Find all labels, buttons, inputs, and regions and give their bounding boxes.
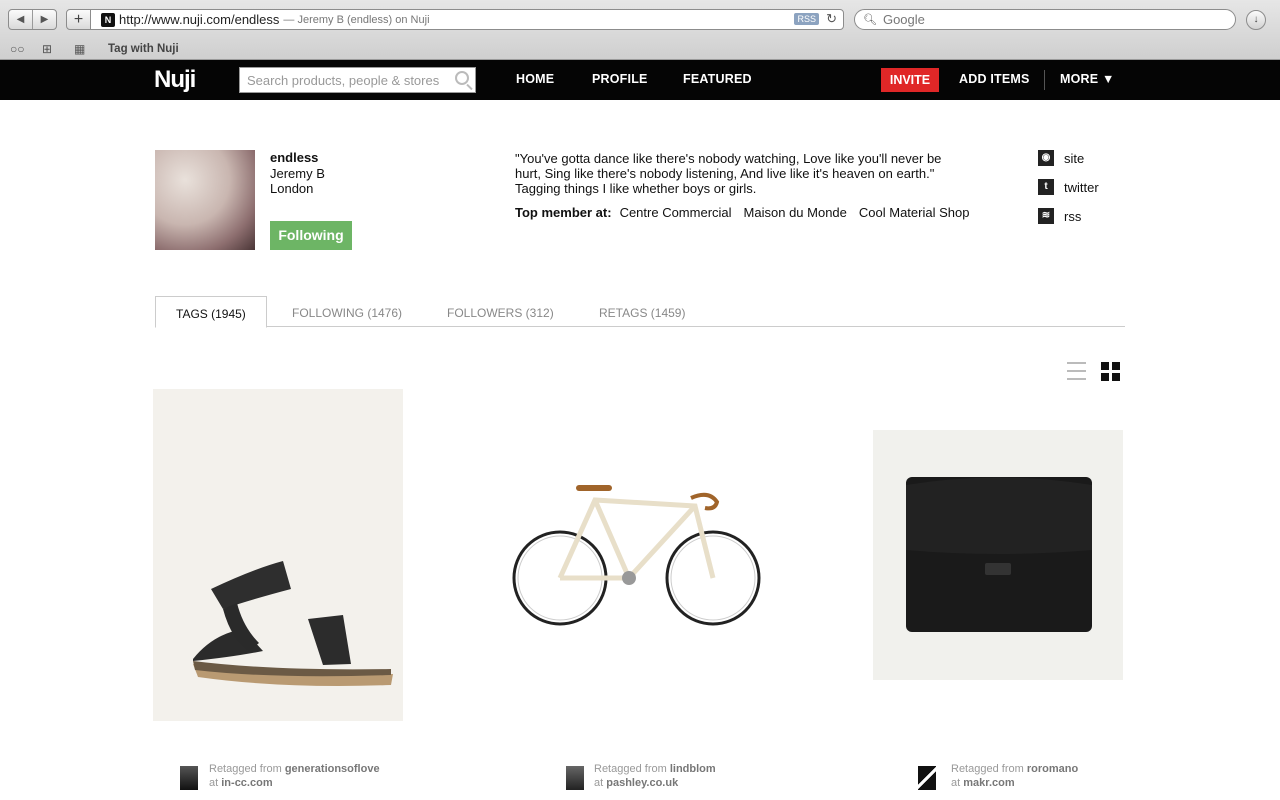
reload-icon[interactable]: ↻	[826, 11, 837, 27]
twitter-link[interactable]: t twitter	[1038, 179, 1099, 195]
twitter-icon: t	[1038, 179, 1054, 195]
list-view-icon[interactable]	[1067, 362, 1086, 381]
twitter-link-label: twitter	[1064, 179, 1099, 195]
globe-icon: ◉	[1038, 150, 1054, 166]
profile-avatar	[155, 150, 255, 250]
store-link[interactable]: pashley.co.uk	[606, 777, 678, 789]
sandal-illustration	[153, 389, 403, 721]
top-member-stores: Top member at: Centre Commercial Maison …	[515, 205, 969, 220]
at-prefix: at	[209, 777, 219, 789]
rss-link-label: rss	[1064, 208, 1082, 224]
retagger-avatar[interactable]	[180, 766, 198, 790]
downloads-icon[interactable]: ↓	[1246, 10, 1266, 30]
browser-search-input[interactable]: 🔍︎ Google	[854, 9, 1236, 30]
forward-icon[interactable]: ▶	[33, 10, 56, 29]
browser-chrome: ◀ ▶ + N http://www.nuji.com/endless — Je…	[0, 0, 1280, 60]
profile-real-name: Jeremy B	[270, 166, 325, 181]
profile-location: London	[270, 181, 314, 196]
site-header: Nuji Search products, people & stores HO…	[0, 60, 1280, 100]
bookmarks-bar: ○○ ⊞ ▦ Tag with Nuji	[0, 38, 1280, 60]
site-search-input[interactable]: Search products, people & stores	[239, 67, 476, 93]
retagger-avatar[interactable]	[566, 766, 584, 790]
url-text: http://www.nuji.com/endless	[119, 12, 280, 27]
tab-following[interactable]: FOLLOWING (1476)	[292, 296, 402, 327]
tab-tags[interactable]: TAGS (1945)	[155, 296, 267, 328]
retag-user-link[interactable]: generationsoflove	[285, 763, 380, 775]
reading-glasses-icon[interactable]: ○○	[10, 42, 32, 56]
product-image-leather-case[interactable]	[873, 430, 1123, 680]
nuji-logo[interactable]: Nuji	[154, 66, 196, 94]
add-items-button[interactable]: ADD ITEMS	[959, 72, 1030, 86]
retag-prefix: Retagged from	[951, 763, 1024, 775]
add-bookmark-button[interactable]: +	[66, 9, 91, 30]
retag-info: Retagged from lindblom at pashley.co.uk	[594, 762, 716, 790]
following-button[interactable]: Following	[270, 221, 352, 250]
open-book-icon[interactable]: ⊞	[42, 42, 64, 56]
store-link[interactable]: makr.com	[963, 777, 1014, 789]
rss-badge[interactable]: RSS	[794, 13, 819, 25]
site-link[interactable]: ◉ site	[1038, 150, 1084, 166]
rss-link[interactable]: ≋ rss	[1038, 208, 1081, 224]
site-search-placeholder: Search products, people & stores	[247, 72, 440, 88]
tab-followers[interactable]: FOLLOWERS (312)	[447, 296, 554, 327]
search-icon[interactable]	[455, 71, 469, 85]
store-link[interactable]: Maison du Monde	[744, 205, 847, 220]
grid-view-icon[interactable]	[1101, 362, 1120, 381]
nav-divider	[1044, 70, 1045, 90]
back-icon[interactable]: ◀	[9, 10, 33, 29]
profile-tabs: TAGS (1945) FOLLOWING (1476) FOLLOWERS (…	[155, 296, 1125, 328]
retag-user-link[interactable]: lindblom	[670, 763, 716, 775]
nav-profile[interactable]: PROFILE	[592, 72, 648, 86]
bookmark-tag-with-nuji[interactable]: Tag with Nuji	[108, 43, 179, 55]
address-bar[interactable]: N http://www.nuji.com/endless — Jeremy B…	[90, 9, 844, 30]
rss-icon: ≋	[1038, 208, 1054, 224]
profile-bio: "You've gotta dance like there's nobody …	[515, 151, 942, 196]
site-favicon-icon: N	[101, 12, 115, 27]
retag-user-link[interactable]: roromano	[1027, 763, 1078, 775]
store-link[interactable]: Centre Commercial	[620, 205, 732, 220]
product-image-bicycle[interactable]	[505, 470, 770, 635]
retag-info: Retagged from roromano at makr.com	[951, 762, 1078, 790]
retag-prefix: Retagged from	[209, 763, 282, 775]
back-forward-buttons[interactable]: ◀ ▶	[8, 9, 57, 30]
retagger-avatar[interactable]	[918, 766, 936, 790]
store-link[interactable]: Cool Material Shop	[859, 205, 970, 220]
invite-button[interactable]: INVITE	[881, 68, 939, 92]
leather-case-illustration	[873, 430, 1123, 680]
product-image-sandal[interactable]	[153, 389, 403, 721]
tab-retags[interactable]: RETAGS (1459)	[599, 296, 685, 327]
bicycle-illustration	[512, 485, 761, 626]
retag-prefix: Retagged from	[594, 763, 667, 775]
browser-search-placeholder: Google	[882, 12, 925, 27]
retag-info: Retagged from generationsoflove at in-cc…	[209, 762, 380, 790]
profile-username: endless	[270, 150, 319, 165]
top-member-label: Top member at:	[515, 205, 612, 220]
grid-icon[interactable]: ▦	[74, 42, 96, 56]
page-title-text: — Jeremy B (endless) on Nuji	[283, 13, 430, 26]
store-link[interactable]: in-cc.com	[221, 777, 272, 789]
more-menu[interactable]: MORE ▼	[1060, 72, 1115, 86]
at-prefix: at	[951, 777, 961, 789]
at-prefix: at	[594, 777, 604, 789]
site-link-label: site	[1064, 150, 1085, 166]
nav-home[interactable]: HOME	[516, 72, 554, 86]
nav-featured[interactable]: FEATURED	[683, 72, 752, 86]
search-icon: 🔍︎	[863, 14, 877, 26]
